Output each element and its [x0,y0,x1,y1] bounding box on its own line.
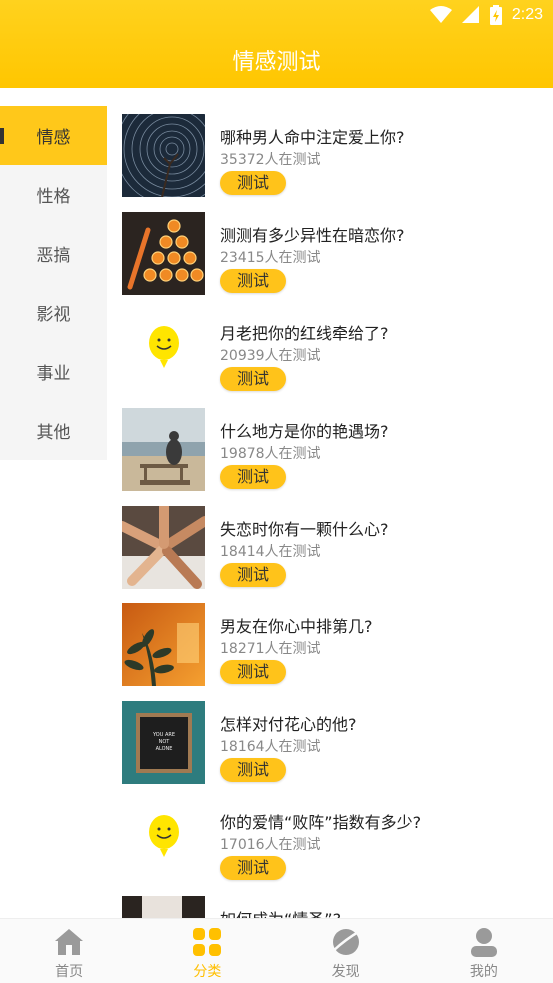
nav-home[interactable]: 首页 [0,919,138,983]
sidebar-item-film[interactable]: 影视 [0,283,107,342]
test-count: 20939人在测试 [220,348,321,364]
battery-icon [489,5,502,25]
test-count: 23415人在测试 [220,250,321,266]
list-item[interactable]: 男友在你心中排第几? 18271人在测试 测试 [122,603,542,687]
portrait-image [122,896,205,918]
board-line-3: ALONE [156,746,173,752]
test-button[interactable]: 测试 [220,660,286,684]
test-count: 18414人在测试 [220,544,321,560]
test-count: 18164人在测试 [220,739,321,755]
nav-profile[interactable]: 我的 [415,919,553,983]
test-title[interactable]: 怎样对付花心的他? [220,711,357,735]
nav-label: 发现 [331,964,360,980]
orange-slices-image [122,212,205,295]
test-title[interactable]: 月老把你的红线牵给了? [220,320,389,344]
planet-icon [331,929,361,955]
status-icons: 2:23 [429,5,543,25]
smiley-balloon-image [122,799,205,882]
test-title[interactable]: 如何成为“情圣”? [220,906,341,918]
board-line-1: YOU ARE [152,732,175,738]
user-icon [470,928,497,957]
category-sidebar: 情感 性格 恶搞 影视 事业 其他 [0,106,107,460]
list-item[interactable]: 什么地方是你的艳遇场? 19878人在测试 测试 [122,408,542,492]
test-title[interactable]: 失恋时你有一颗什么心? [220,516,389,540]
list-item[interactable]: 如何成为“情圣”? [122,896,542,918]
status-time: 2:23 [511,6,543,23]
test-button[interactable]: 测试 [220,367,286,391]
list-item[interactable]: 测测有多少异性在暗恋你? 23415人在测试 测试 [122,212,542,296]
sidebar-item-label: 影视 [36,305,71,325]
list-item[interactable]: 月老把你的红线牵给了? 20939人在测试 测试 [122,310,542,394]
sidebar-item-emotion[interactable]: 情感 [0,106,107,165]
nav-category[interactable]: 分类 [138,919,276,983]
test-title[interactable]: 什么地方是你的艳遇场? [220,418,389,442]
nav-label: 分类 [193,964,222,980]
sidebar-item-personality[interactable]: 性格 [0,165,107,224]
nav-label: 首页 [55,964,84,980]
sidebar-item-label: 性格 [36,187,71,207]
page-title: 情感测试 [232,50,321,75]
test-title[interactable]: 男友在你心中排第几? [220,613,373,637]
sidebar-item-other[interactable]: 其他 [0,401,107,460]
sidebar-item-label: 恶搞 [36,246,71,266]
star-trails-image [122,114,205,197]
test-button[interactable]: 测试 [220,563,286,587]
stacked-hands-image [122,506,205,589]
signal-icon [461,6,479,23]
list-item[interactable]: 你的爱情“败阵”指数有多少? 17016人在测试 测试 [122,799,542,883]
test-button[interactable]: 测试 [220,171,286,195]
test-button[interactable]: 测试 [220,269,286,293]
home-icon [55,929,84,955]
grid-icon [193,928,222,956]
test-title[interactable]: 哪种男人命中注定爱上你? [220,124,405,148]
beach-bench-image [122,408,205,491]
sidebar-item-career[interactable]: 事业 [0,342,107,401]
nav-discover[interactable]: 发现 [277,919,415,983]
test-button[interactable]: 测试 [220,856,286,880]
nav-label: 我的 [469,964,498,980]
test-count: 35372人在测试 [220,152,321,168]
test-count: 17016人在测试 [220,837,321,853]
test-list: 哪种男人命中注定爱上你? 35372人在测试 测试 测测有多少异性在暗恋你? 2… [107,106,553,918]
list-item[interactable]: 哪种男人命中注定爱上你? 35372人在测试 测试 [122,114,542,198]
test-count: 18271人在测试 [220,641,321,657]
wifi-icon [429,6,452,23]
test-button[interactable]: 测试 [220,758,286,782]
list-item[interactable]: YOU ARE NOT ALONE 怎样对付花心的他? 18164人在测试 测试 [122,701,542,785]
sidebar-item-label: 情感 [36,128,71,148]
test-title[interactable]: 你的爱情“败阵”指数有多少? [220,809,421,833]
bottom-nav: 首页 分类 发现 我的 [0,918,553,983]
sidebar-item-prank[interactable]: 恶搞 [0,224,107,283]
sidebar-item-label: 其他 [36,423,71,443]
test-title[interactable]: 测测有多少异性在暗恋你? [220,222,405,246]
sidebar-item-label: 事业 [36,364,71,384]
board-line-2: NOT [159,739,171,745]
plant-shadow-image [122,603,205,686]
status-bar: 2:23 [0,0,553,30]
test-button[interactable]: 测试 [220,465,286,489]
list-item[interactable]: 失恋时你有一颗什么心? 18414人在测试 测试 [122,506,542,590]
smiley-balloon-image [122,310,205,393]
letter-board-image: YOU ARE NOT ALONE [122,701,205,784]
app-header: 2:23 情感测试 [0,0,553,88]
test-count: 19878人在测试 [220,446,321,462]
